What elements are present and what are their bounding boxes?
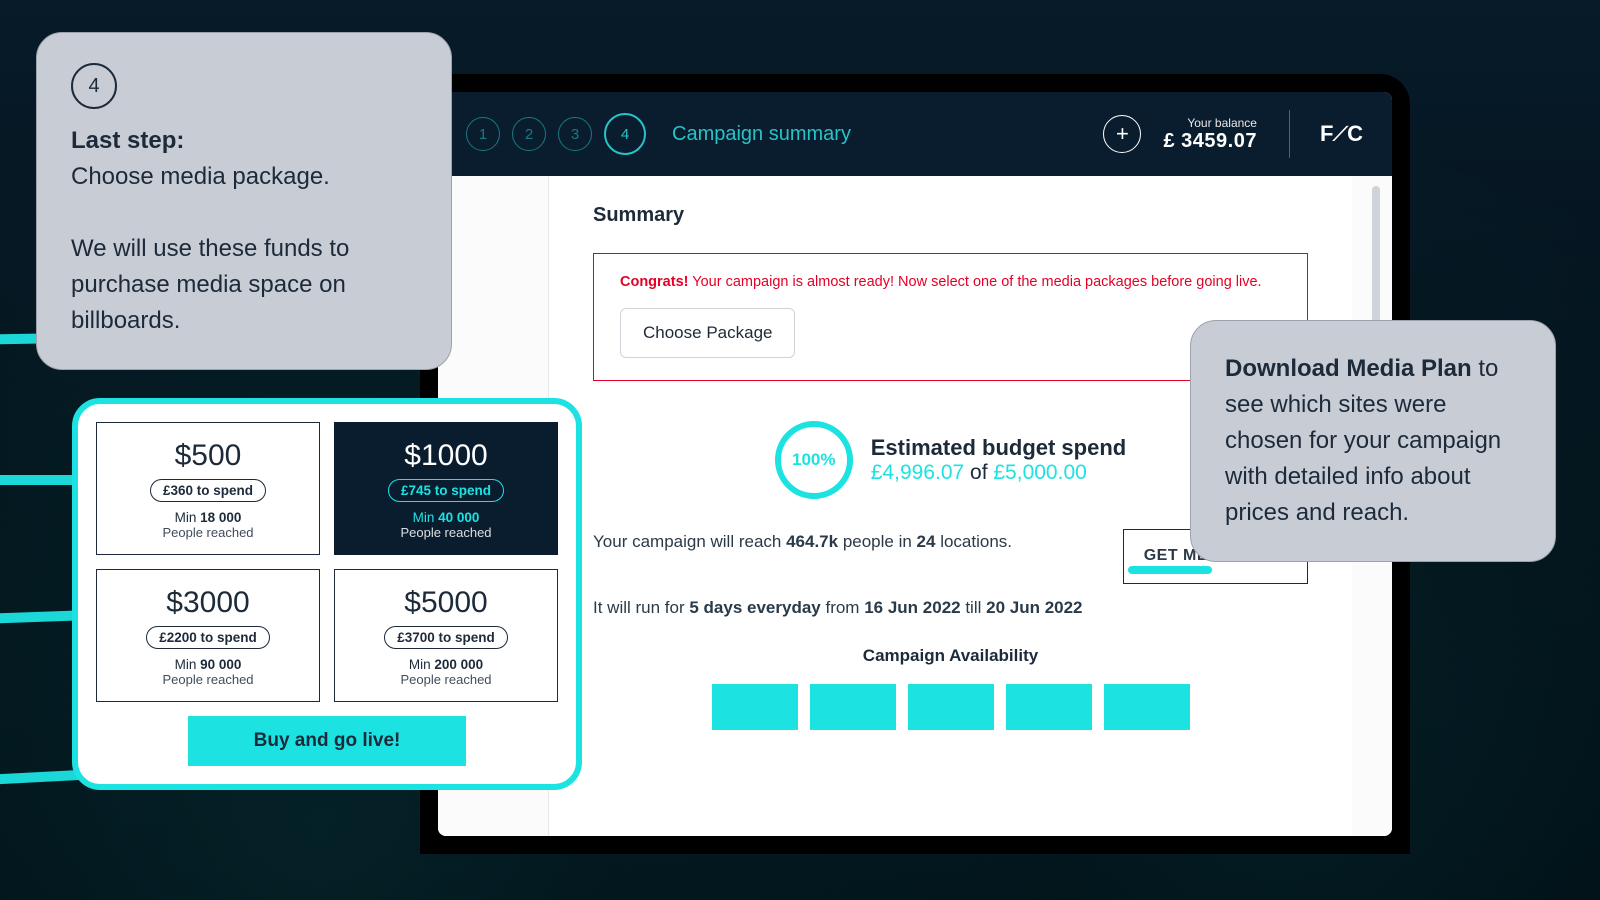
availability-blocks xyxy=(593,684,1308,730)
package-price: $1000 xyxy=(343,439,549,473)
progress-percent: 100% xyxy=(792,450,835,470)
callout-last-step: 4 Last step: Choose media package. We wi… xyxy=(36,32,452,370)
reach-people: 464.7k xyxy=(786,532,838,551)
step-indicator-4[interactable]: 4 xyxy=(604,113,646,155)
budget-total: £5,000.00 xyxy=(993,461,1086,484)
budget-of: of xyxy=(964,461,993,484)
package-reach: Min 200 000 xyxy=(343,657,549,672)
run-from: 16 Jun 2022 xyxy=(864,598,960,617)
connector-line xyxy=(1128,566,1212,574)
logo-slash-icon: ⁄ xyxy=(1336,121,1345,147)
package-spend: £3700 to spend xyxy=(384,626,508,649)
logo-letter: C xyxy=(1347,121,1364,147)
divider xyxy=(1289,110,1290,158)
package-price: $5000 xyxy=(343,586,549,620)
package-option-1000[interactable]: $1000 £745 to spend Min 40 000 People re… xyxy=(334,422,558,555)
section-heading: Summary xyxy=(593,204,1308,227)
availability-title: Campaign Availability xyxy=(593,646,1308,666)
callout-title: Download Media Plan xyxy=(1225,355,1472,382)
package-price: $500 xyxy=(105,439,311,473)
topbar: 1 2 3 4 Campaign summary + Your balance … xyxy=(438,92,1392,176)
text: people in xyxy=(838,532,916,551)
package-option-3000[interactable]: $3000 £2200 to spend Min 90 000 People r… xyxy=(96,569,320,702)
package-price: $3000 xyxy=(105,586,311,620)
package-sub: People reached xyxy=(105,672,311,687)
logo-letter: F xyxy=(1320,121,1334,147)
package-reach: Min 40 000 xyxy=(343,510,549,525)
step-indicator-2[interactable]: 2 xyxy=(512,117,546,151)
availability-day xyxy=(1006,684,1092,730)
text: till xyxy=(961,598,987,617)
text: Your campaign will reach xyxy=(593,532,786,551)
reach-paragraph: Your campaign will reach 464.7k people i… xyxy=(593,529,1093,555)
package-option-5000[interactable]: $5000 £3700 to spend Min 200 000 People … xyxy=(334,569,558,702)
run-duration: 5 days everyday xyxy=(689,598,820,617)
callout-title: Last step: xyxy=(71,123,417,159)
text: from xyxy=(821,598,864,617)
step-indicator-3[interactable]: 3 xyxy=(558,117,592,151)
reach-locations: 24 xyxy=(917,532,936,551)
package-spend: £2200 to spend xyxy=(146,626,270,649)
callout-subtitle: Choose media package. xyxy=(71,163,330,190)
duration-line: It will run for 5 days everyday from 16 … xyxy=(593,598,1308,618)
package-reach: Min 18 000 xyxy=(105,510,311,525)
add-balance-button[interactable]: + xyxy=(1103,115,1141,153)
package-spend: £360 to spend xyxy=(150,479,266,502)
budget-title: Estimated budget spend xyxy=(871,435,1126,461)
budget-spent: £4,996.07 xyxy=(871,461,964,484)
text: It will run for xyxy=(593,598,689,617)
budget-text: Estimated budget spend £4,996.07 of £5,0… xyxy=(871,435,1126,485)
balance-value: £ 3459.07 xyxy=(1163,130,1256,153)
package-sub: People reached xyxy=(105,525,311,540)
alert-text: Congrats! Your campaign is almost ready!… xyxy=(620,274,1281,290)
package-selector: $500 £360 to spend Min 18 000 People rea… xyxy=(72,398,582,790)
package-sub: People reached xyxy=(343,525,549,540)
balance-label: Your balance xyxy=(1163,116,1256,130)
availability-day xyxy=(810,684,896,730)
package-spend: £745 to spend xyxy=(388,479,504,502)
step-title: Campaign summary xyxy=(672,123,851,146)
availability-day xyxy=(908,684,994,730)
step-badge: 4 xyxy=(71,63,117,109)
choose-package-button[interactable]: Choose Package xyxy=(620,308,795,358)
package-option-500[interactable]: $500 £360 to spend Min 18 000 People rea… xyxy=(96,422,320,555)
brand-logo: F ⁄ C xyxy=(1320,121,1364,147)
alert-lead: Congrats! xyxy=(620,274,688,290)
alert-body: Your campaign is almost ready! Now selec… xyxy=(688,274,1261,290)
callout-body: We will use these funds to purchase medi… xyxy=(71,235,349,334)
availability-day xyxy=(1104,684,1190,730)
text: locations. xyxy=(935,532,1012,551)
plus-icon: + xyxy=(1116,123,1129,145)
run-to: 20 Jun 2022 xyxy=(986,598,1082,617)
step-indicator-1[interactable]: 1 xyxy=(466,117,500,151)
availability-day xyxy=(712,684,798,730)
buy-go-live-button[interactable]: Buy and go live! xyxy=(188,716,465,766)
balance-display: Your balance £ 3459.07 xyxy=(1163,116,1256,153)
progress-ring: 100% xyxy=(775,421,853,499)
package-sub: People reached xyxy=(343,672,549,687)
package-reach: Min 90 000 xyxy=(105,657,311,672)
callout-media-plan: Download Media Plan to see which sites w… xyxy=(1190,320,1556,562)
